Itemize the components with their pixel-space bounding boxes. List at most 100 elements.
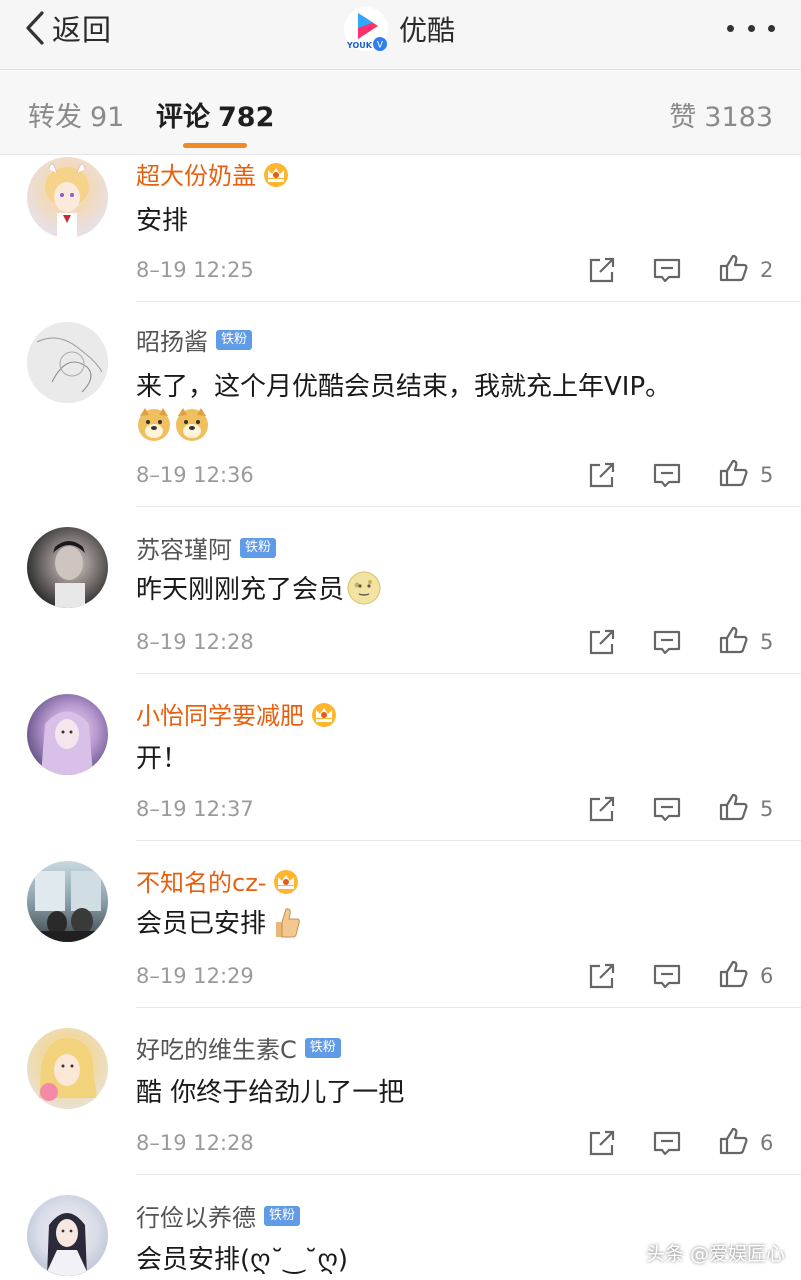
username[interactable]: 行俭以养德: [136, 1198, 256, 1233]
moon-face-emoji: [347, 571, 381, 604]
share-icon[interactable]: [586, 793, 618, 825]
account-header[interactable]: V YOUK 优酷: [343, 6, 455, 52]
username-row: 小怡同学要减肥: [136, 696, 338, 731]
username-row: 不知名的cz-: [136, 863, 300, 898]
fan-badge: 铁粉: [304, 1037, 341, 1058]
comment-text: 酷 你终于给劲儿了一把: [136, 1078, 405, 1108]
comment-time: 8–19 12:28: [136, 630, 254, 654]
reply-icon[interactable]: [651, 459, 683, 491]
avatar[interactable]: [27, 694, 108, 775]
like-icon[interactable]: [717, 958, 749, 990]
like-icon[interactable]: [717, 1125, 749, 1157]
share-icon[interactable]: [586, 254, 618, 286]
comment-text: 来了，这个月优酷会员结束，我就充上年VIP。: [136, 372, 672, 402]
tab-likes-count: 3183: [704, 102, 773, 133]
comment-text: 昨天刚刚充了会员: [136, 569, 382, 606]
reply-icon[interactable]: [651, 960, 683, 992]
avatar[interactable]: [27, 1028, 108, 1109]
reply-icon[interactable]: [651, 254, 683, 286]
avatar[interactable]: [27, 527, 108, 608]
comment-text-content: 昨天刚刚充了会员: [136, 575, 345, 605]
username[interactable]: 不知名的cz-: [136, 863, 266, 898]
divider: [136, 1174, 801, 1175]
comment-text: 开！: [136, 744, 189, 774]
like-icon[interactable]: [717, 791, 749, 823]
username-row: 昭扬酱 铁粉: [136, 322, 253, 357]
tab-reposts-count: 91: [90, 102, 125, 133]
tab-bar: 转发 91 评论 782 赞 3183: [0, 71, 801, 155]
username[interactable]: 小怡同学要减肥: [136, 696, 304, 731]
vip-crown-icon: [312, 702, 336, 727]
brand-name: 优酷: [399, 14, 456, 47]
emoji-row: [134, 406, 210, 442]
username-row: 苏容瑾阿 铁粉: [136, 530, 277, 565]
tab-comments-count: 782: [218, 102, 275, 133]
more-options-icon[interactable]: [727, 22, 775, 34]
thumbs-up-emoji: [276, 907, 300, 937]
divider: [136, 301, 801, 302]
comment-time: 8–19 12:36: [136, 463, 254, 487]
share-icon[interactable]: [586, 459, 618, 491]
tab-likes-label: 赞: [669, 102, 697, 133]
divider: [136, 673, 801, 674]
like-count: 6: [760, 1131, 774, 1155]
username[interactable]: 好吃的维生素C: [136, 1030, 297, 1065]
username-row: 好吃的维生素C 铁粉: [136, 1030, 341, 1065]
chevron-left-icon: [26, 11, 44, 45]
like-count: 2: [760, 258, 774, 282]
top-nav-bar: 返回 V YOUK 优酷: [0, 0, 801, 70]
reply-icon[interactable]: [651, 626, 683, 658]
like-count: 5: [760, 630, 774, 654]
like-count: 5: [760, 463, 774, 487]
avatar[interactable]: [27, 861, 108, 942]
avatar[interactable]: [27, 1195, 108, 1276]
username-row: 行俭以养德 铁粉: [136, 1198, 301, 1233]
tab-reposts[interactable]: 转发 91: [28, 95, 124, 134]
username[interactable]: 苏容瑾阿: [136, 530, 232, 565]
like-count: 6: [760, 964, 774, 988]
divider: [136, 1007, 801, 1008]
vip-crown-icon: [264, 162, 288, 187]
watermark: 头条 @爱娱匠心: [645, 1243, 785, 1265]
tab-reposts-label: 转发: [28, 102, 82, 133]
svg-text:V: V: [377, 41, 384, 51]
active-tab-indicator: [183, 143, 247, 148]
back-label: 返回: [52, 13, 113, 47]
divider: [136, 506, 801, 507]
tab-comments[interactable]: 评论 782: [156, 95, 274, 134]
reply-icon[interactable]: [651, 1127, 683, 1159]
username[interactable]: 昭扬酱: [136, 322, 208, 357]
divider: [136, 840, 801, 841]
like-icon[interactable]: [717, 457, 749, 489]
vip-crown-icon: [274, 869, 299, 894]
like-icon[interactable]: [717, 624, 749, 656]
tab-comments-label: 评论: [156, 102, 210, 133]
username-row: 超大份奶盖: [136, 156, 290, 191]
comment-time: 8–19 12:28: [136, 1131, 254, 1155]
comment-text-content: 会员已安排: [136, 909, 267, 939]
reply-icon[interactable]: [651, 793, 683, 825]
avatar[interactable]: [27, 322, 108, 403]
comment-time: 8–19 12:37: [136, 797, 254, 821]
comment-time: 8–19 12:29: [136, 964, 254, 988]
avatar[interactable]: [27, 157, 108, 238]
back-button[interactable]: 返回: [20, 8, 112, 48]
logo-text: YOUK: [346, 41, 373, 50]
share-icon[interactable]: [586, 1127, 618, 1159]
fan-badge: 铁粉: [264, 1205, 301, 1226]
comment-text: 会员安排(ღ˘‿˘ღ): [136, 1245, 349, 1275]
share-icon[interactable]: [586, 960, 618, 992]
comment-time: 8–19 12:25: [136, 258, 254, 282]
fan-badge: 铁粉: [240, 537, 277, 558]
fan-badge: 铁粉: [216, 329, 253, 350]
like-count: 5: [760, 797, 774, 821]
doge-emoji: [176, 408, 208, 441]
comment-text: 会员已安排: [136, 903, 304, 940]
share-icon[interactable]: [586, 626, 618, 658]
tab-likes[interactable]: 赞 3183: [669, 95, 773, 134]
username[interactable]: 超大份奶盖: [136, 156, 256, 191]
comment-text: 安排: [136, 206, 189, 236]
doge-emoji: [138, 408, 170, 441]
youku-logo: V YOUK: [343, 6, 389, 52]
like-icon[interactable]: [717, 252, 749, 284]
